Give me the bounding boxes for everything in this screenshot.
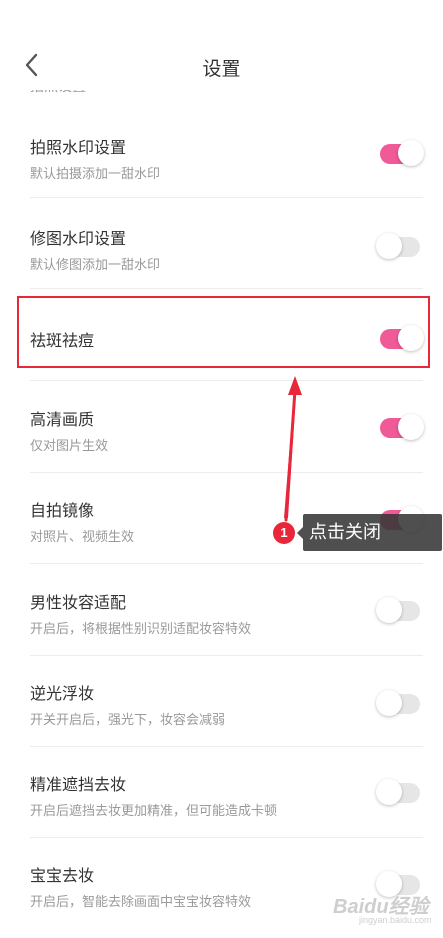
arrow-icon: [284, 376, 302, 522]
baidu-watermark: Baidu经验 jingyan.baidu.com: [333, 890, 432, 925]
step-badge: 1: [273, 522, 295, 544]
instruction-tooltip: 点击关闭: [297, 514, 442, 551]
watermark-sub: jingyan.baidu.com: [359, 915, 432, 925]
